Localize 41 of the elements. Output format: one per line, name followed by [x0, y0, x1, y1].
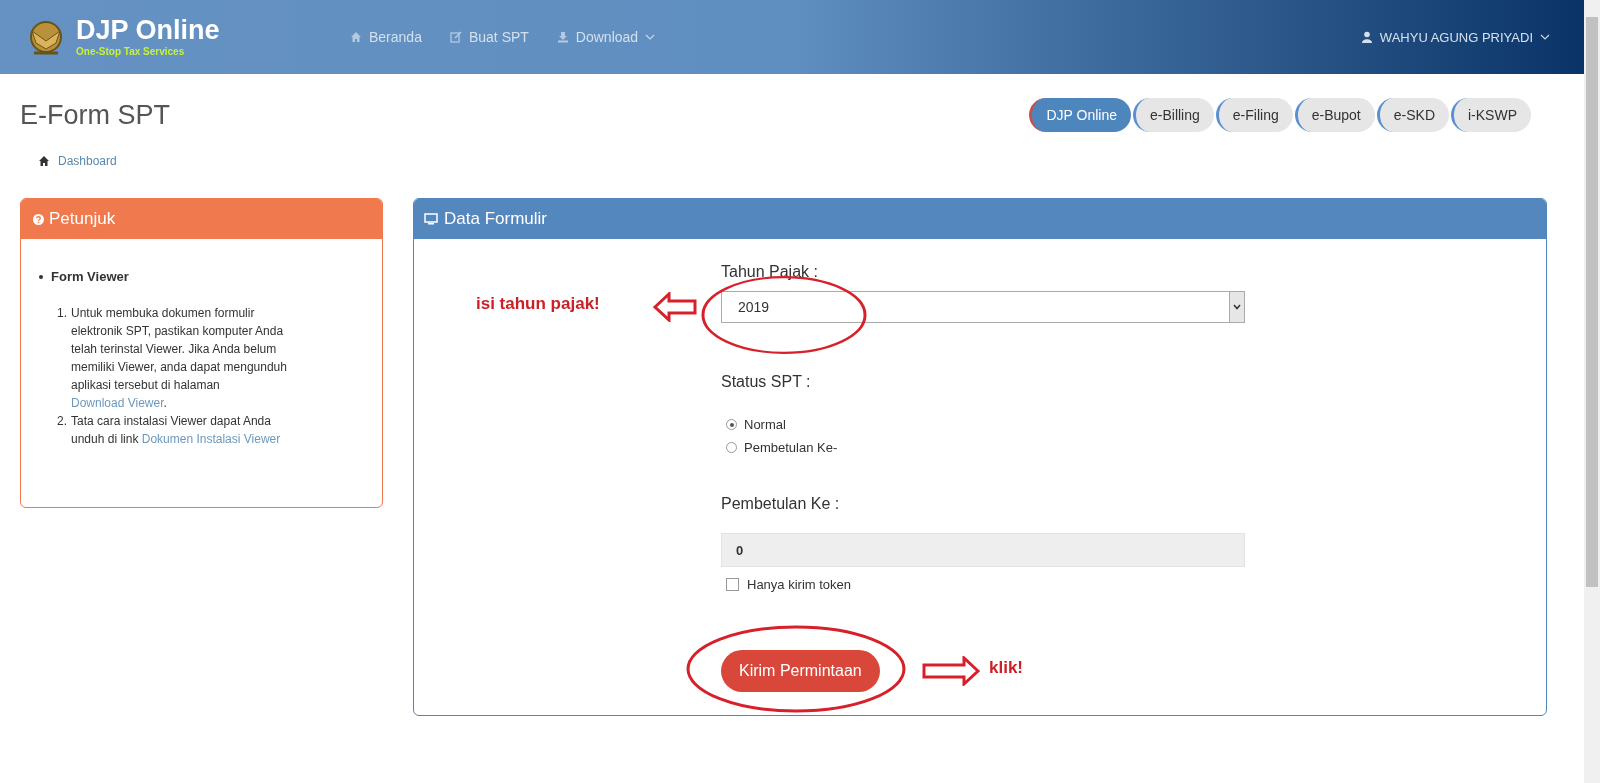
- user-menu[interactable]: WAHYU AGUNG PRIYADI: [1360, 29, 1550, 45]
- app-tab[interactable]: e-Bupot: [1294, 98, 1375, 132]
- radio-option[interactable]: Pembetulan Ke-: [726, 440, 1245, 455]
- page-title: E-Form SPT: [20, 99, 170, 131]
- step-number: 1.: [57, 305, 67, 322]
- right-arrow-icon: [922, 656, 980, 686]
- app-tab[interactable]: e-SKD: [1376, 98, 1449, 132]
- chevron-down-icon: [1540, 34, 1550, 40]
- panel-title: Data Formulir: [444, 209, 547, 229]
- panel-title: Petunjuk: [49, 209, 116, 229]
- home-icon: [38, 155, 50, 167]
- edit-icon: [449, 31, 462, 43]
- radio-option[interactable]: Normal: [726, 417, 1245, 432]
- monitor-icon: [424, 213, 438, 225]
- question-icon: [33, 213, 44, 225]
- guide-heading: Form Viewer: [51, 269, 129, 284]
- app-tab[interactable]: DJP Online: [1029, 98, 1131, 132]
- logo-title: DJP Online: [76, 17, 220, 44]
- logo-subtitle: One-Stop Tax Services: [76, 47, 186, 57]
- annotation-text: isi tahun pajak!: [476, 294, 600, 314]
- scrollbar[interactable]: [1584, 0, 1600, 783]
- annotation-text: klik!: [989, 658, 1024, 678]
- field-label: Tahun Pajak :: [721, 263, 818, 281]
- user-icon: [1360, 31, 1373, 43]
- app-tab[interactable]: e-Filing: [1215, 98, 1293, 132]
- step-number: 2.: [57, 413, 67, 430]
- token-checkbox[interactable]: Hanya kirim token: [721, 577, 852, 592]
- revision-field[interactable]: 0: [721, 533, 1245, 567]
- step-text: Untuk membuka dokumen formulir elektronik SPT, pastikan komputer Anda telah terinstal Viewer. Jika Anda belum memiliki Viewer, anda dapat mengunduh aplikasi tersebut di halaman Download Viewer.: [71, 305, 288, 412]
- app-tab[interactable]: e-Billing: [1133, 98, 1214, 132]
- step-text: Tata cara instalasi Viewer dapat Anda unduh di link Dokumen Instalasi Viewer: [71, 413, 282, 448]
- year-select[interactable]: 2019: [721, 291, 1245, 323]
- breadcrumb-link[interactable]: Dashboard: [58, 154, 117, 168]
- home-icon: [350, 31, 362, 43]
- submit-button[interactable]: Kirim Permintaan: [721, 650, 880, 692]
- field-label: Status SPT :: [721, 373, 811, 391]
- left-arrow-icon: [653, 292, 697, 322]
- app-tab[interactable]: i-KSWP: [1451, 98, 1531, 132]
- field-label: Pembetulan Ke :: [721, 495, 840, 513]
- bullet-icon: [39, 274, 43, 279]
- download-icon: [556, 31, 569, 43]
